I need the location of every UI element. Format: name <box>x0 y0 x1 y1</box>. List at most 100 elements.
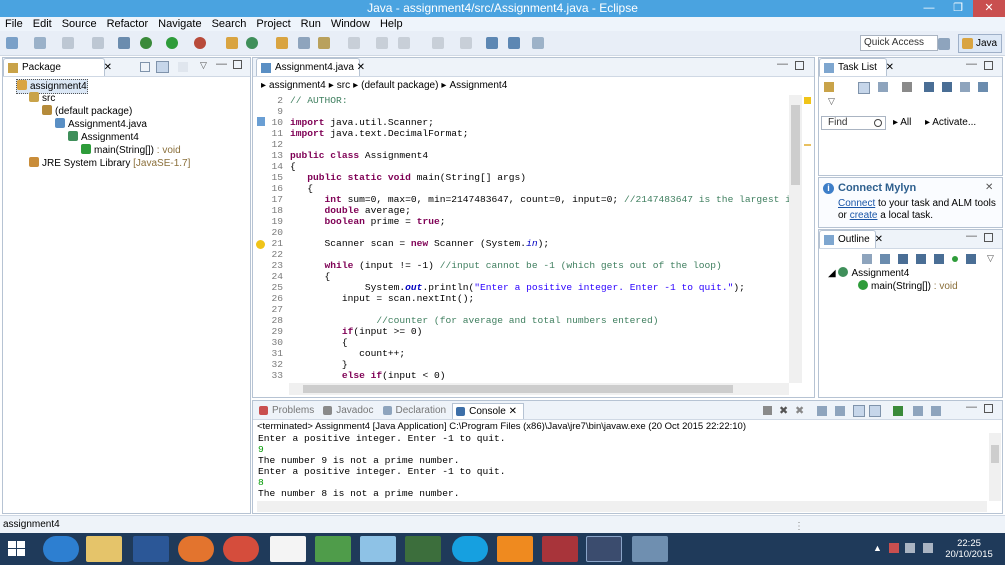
forward-icon[interactable] <box>508 37 520 49</box>
clock[interactable]: 22:25 20/10/2015 <box>944 538 994 560</box>
tree-item[interactable]: Assignment4.java <box>55 118 147 131</box>
remove-launch-icon[interactable]: ✖ <box>779 404 788 417</box>
close-button[interactable]: ✕ <box>973 0 1005 17</box>
menu-window[interactable]: Window <box>326 18 375 30</box>
code-line[interactable]: else if(input < 0) <box>290 370 446 381</box>
file-explorer-icon[interactable] <box>86 536 122 562</box>
scheduled-icon[interactable] <box>878 82 888 92</box>
print-icon[interactable] <box>92 37 104 49</box>
tree-item[interactable]: (default package) <box>42 105 132 118</box>
back-icon[interactable] <box>486 37 498 49</box>
calculator-icon[interactable] <box>405 536 441 562</box>
new-task-icon[interactable] <box>824 82 834 92</box>
connect-link[interactable]: Connect <box>838 198 875 209</box>
code-line[interactable]: if(input >= 0) <box>290 326 423 337</box>
menu-edit[interactable]: Edit <box>28 18 57 30</box>
link-editor-icon[interactable] <box>156 61 169 73</box>
hide-completed-icon[interactable] <box>924 82 934 92</box>
view-menu-icon[interactable]: ▽ <box>828 96 835 107</box>
pin-console-icon[interactable] <box>853 405 865 417</box>
menu-file[interactable]: File <box>0 18 28 30</box>
console-vertical-scrollbar[interactable] <box>989 433 1001 501</box>
skype-icon[interactable] <box>452 536 488 562</box>
minimize-view-icon[interactable]: — <box>966 58 977 70</box>
close-mylyn-icon[interactable]: ✕ <box>985 182 993 193</box>
code-line[interactable]: boolean prime = true; <box>290 216 446 227</box>
hide-icon[interactable] <box>942 82 952 92</box>
tab-outline[interactable]: Outline ✕ <box>819 230 883 248</box>
tree-item[interactable]: src <box>29 92 55 105</box>
show-hidden-icons[interactable]: ▲ <box>873 543 882 553</box>
debug-icon[interactable] <box>140 37 152 49</box>
tab-assignment4-java[interactable]: Assignment4.java ✕ <box>256 58 365 76</box>
scroll-lock-icon[interactable] <box>835 406 845 416</box>
maximize-editor-icon[interactable] <box>795 61 804 70</box>
tab-console[interactable]: Console ✕ <box>452 403 524 419</box>
breadcrumb-item[interactable]: Assignment4 <box>449 79 507 93</box>
all-filter[interactable]: ▸ All <box>893 116 911 130</box>
code-line[interactable]: { <box>290 183 313 194</box>
minimize-view-icon[interactable]: — <box>216 58 227 70</box>
word-icon[interactable] <box>133 536 169 562</box>
console-horizontal-scrollbar[interactable] <box>257 501 987 512</box>
publisher-icon[interactable] <box>315 536 351 562</box>
tab-problems[interactable]: Problems <box>256 403 320 419</box>
last-edit-icon[interactable] <box>460 37 472 49</box>
code-line[interactable]: //counter (for average and total numbers… <box>290 315 658 326</box>
code-line[interactable]: double average; <box>290 205 411 216</box>
scrollbar-thumb[interactable] <box>791 105 800 185</box>
new-console-icon[interactable] <box>931 406 941 416</box>
open-perspective-icon[interactable] <box>938 38 950 50</box>
hide-static-icon[interactable] <box>916 254 926 264</box>
code-line[interactable]: { <box>290 337 348 348</box>
save-icon[interactable] <box>34 37 46 49</box>
collapse-all-icon[interactable] <box>140 62 150 72</box>
code-line[interactable]: // AUTHOR: <box>290 95 348 106</box>
tree-item[interactable]: JRE System Library [JavaSE-1.7] <box>29 157 190 170</box>
code-line[interactable]: System.out.println("Enter a positive int… <box>290 282 745 293</box>
view-menu-icon[interactable]: ▽ <box>200 60 207 71</box>
next-icon[interactable] <box>532 37 544 49</box>
minimize-editor-icon[interactable]: — <box>777 58 788 70</box>
new-icon[interactable] <box>6 37 18 49</box>
view-menu-icon[interactable]: ▽ <box>987 253 994 264</box>
code-line[interactable]: while (input != -1) //input cannot be -1… <box>290 260 722 271</box>
code-editor[interactable]: 2 // AUTHOR: 9 10 import java.util.Scanner; 1… <box>257 95 789 383</box>
run-icon[interactable] <box>166 37 178 49</box>
code-line[interactable]: input = scan.nextInt(); <box>290 293 474 304</box>
categorized-icon[interactable] <box>858 82 870 94</box>
hide-fields-icon[interactable] <box>898 254 908 264</box>
java-perspective-button[interactable]: Java <box>958 34 1002 53</box>
notepad-icon[interactable] <box>270 536 306 562</box>
annotation-icon[interactable] <box>348 37 360 49</box>
code-line[interactable]: Scanner scan = new Scanner (System.in); <box>290 238 550 249</box>
close-tab-icon[interactable]: ✕ <box>886 59 894 76</box>
menu-source[interactable]: Source <box>57 18 102 30</box>
code-line[interactable]: } <box>290 359 348 370</box>
hide-local-icon[interactable] <box>952 256 958 262</box>
close-tab-icon[interactable]: ✕ <box>506 406 517 417</box>
paint-icon[interactable] <box>632 536 668 562</box>
menu-project[interactable]: Project <box>251 18 295 30</box>
menu-help[interactable]: Help <box>375 18 408 30</box>
code-line[interactable]: import java.util.Scanner; <box>290 117 434 128</box>
network-icon[interactable] <box>923 543 933 553</box>
maximize-button[interactable]: ❐ <box>944 0 972 17</box>
display-console-icon[interactable] <box>893 406 903 416</box>
open-task-icon[interactable] <box>298 37 310 49</box>
tree-item[interactable]: main(String[]) : void <box>81 144 181 157</box>
breadcrumb-item[interactable]: (default package) <box>361 79 438 93</box>
console-output[interactable]: Enter a positive integer. Enter -1 to qu… <box>257 433 987 501</box>
tab-package-explorer[interactable]: Package Explorer ✕ <box>3 58 112 90</box>
eclipse-taskbar-icon[interactable] <box>586 536 622 562</box>
vertical-scrollbar[interactable] <box>789 95 802 383</box>
start-button[interactable] <box>8 541 26 557</box>
breadcrumb-item[interactable]: assignment4 <box>269 79 326 93</box>
find-input[interactable]: Find <box>821 116 886 130</box>
hide-nonpublic-icon[interactable] <box>934 254 944 264</box>
code-line[interactable]: count++; <box>290 348 405 359</box>
prev-annotation-icon[interactable] <box>398 37 410 49</box>
clear-console-icon[interactable] <box>817 406 827 416</box>
open-console-icon[interactable] <box>913 406 923 416</box>
minimize-button[interactable]: — <box>915 0 943 17</box>
